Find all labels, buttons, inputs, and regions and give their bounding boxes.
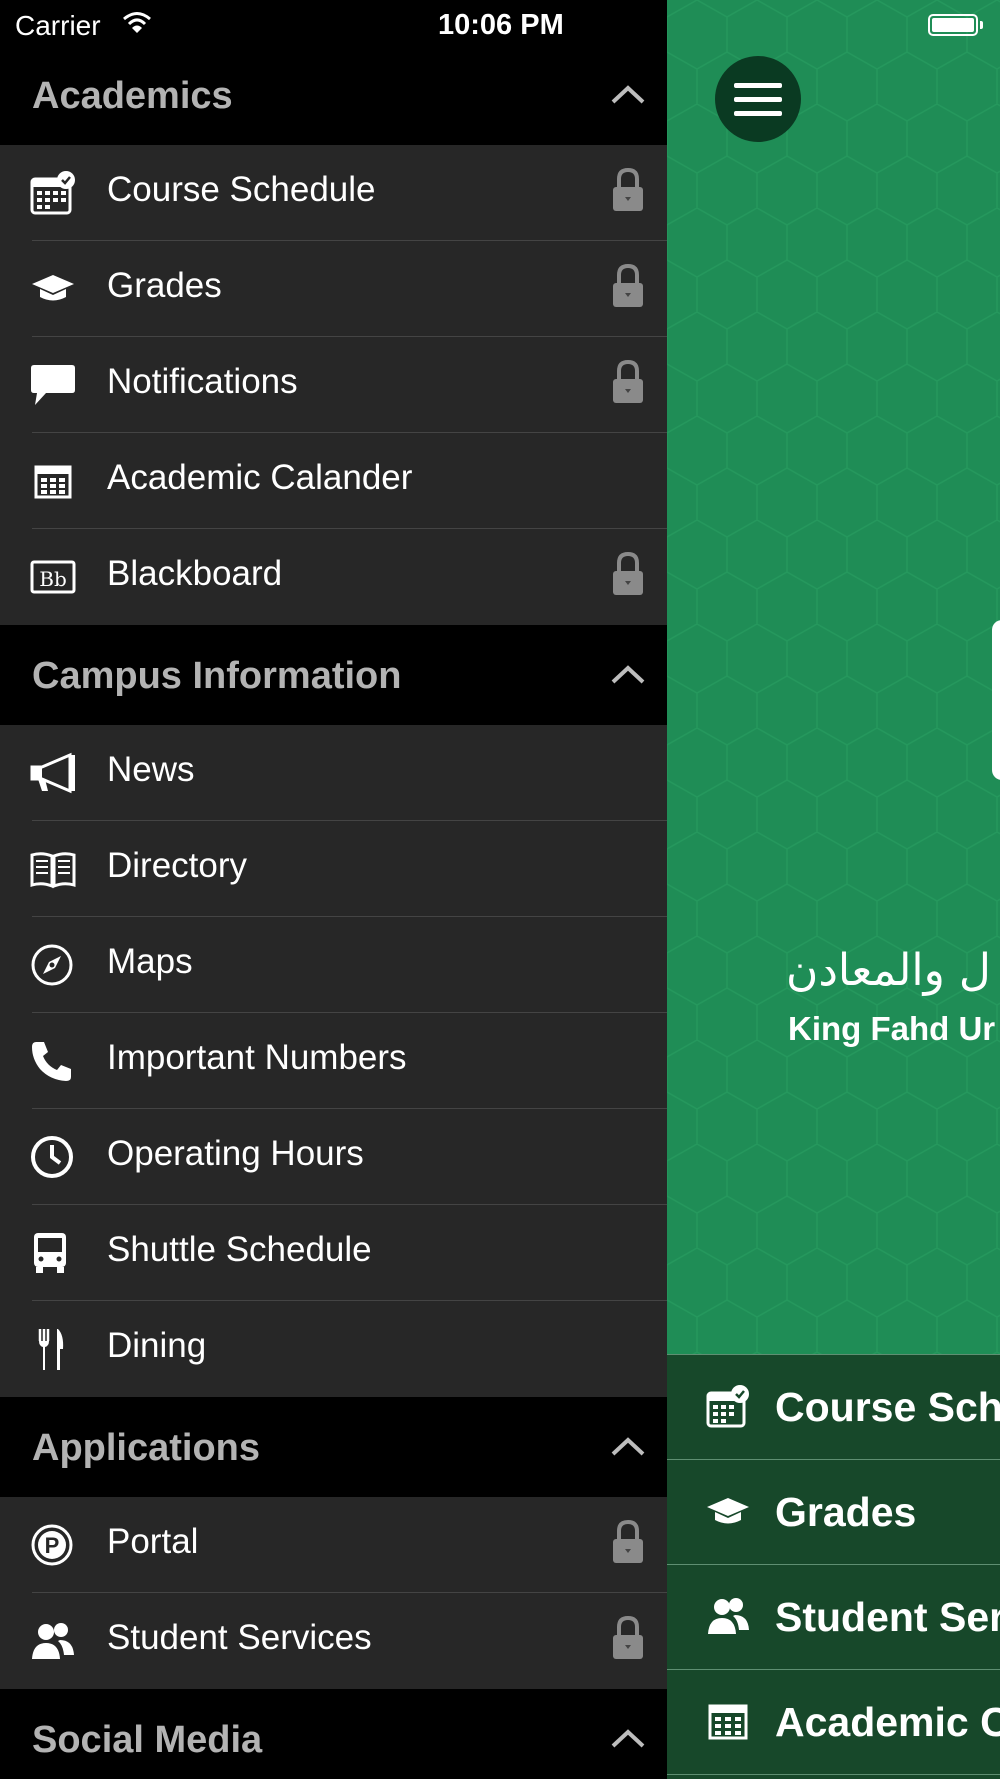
logo-arabic-text: ل والمعادن — [786, 945, 991, 996]
menu-item-label: Important Numbers — [107, 1038, 407, 1077]
calendar-check-icon — [706, 1385, 749, 1428]
quick-link-label: Academic Ca — [775, 1698, 1000, 1745]
section-header-social-media[interactable]: Social Media — [0, 1692, 667, 1778]
menu-item-label: Course Schedule — [107, 170, 376, 209]
menu-item-important-numbers[interactable]: Important Numbers — [0, 1013, 667, 1109]
battery-tip — [980, 21, 983, 29]
quick-link-label: Course Sche — [775, 1383, 1000, 1430]
lock-icon — [613, 551, 643, 595]
section-title: Campus Information — [32, 654, 402, 697]
calendar-check-icon — [30, 171, 75, 215]
section-title: Academics — [32, 74, 233, 117]
menu-item-label: Directory — [107, 846, 248, 885]
menu-item-label: Shuttle Schedule — [107, 1230, 372, 1269]
menu-item-operating-hours[interactable]: Operating Hours — [0, 1109, 667, 1205]
status-time: 10:06 PM — [438, 9, 564, 41]
quick-link-student-services[interactable]: Student Serv — [667, 1565, 1000, 1670]
hexagon-pattern-background — [667, 0, 1000, 1354]
menu-item-label: Grades — [107, 266, 222, 305]
status-bar: Carrier 10:06 PM — [0, 0, 667, 48]
menu-item-label: News — [107, 750, 195, 789]
carrier-label: Carrier — [15, 10, 101, 41]
lock-icon — [613, 1519, 643, 1563]
svg-text:P: P — [45, 1533, 60, 1558]
chevron-up-icon — [611, 665, 645, 684]
quick-link-label: Grades — [775, 1488, 917, 1535]
menu-item-dining[interactable]: Dining — [0, 1301, 667, 1397]
quick-link-course-schedule[interactable]: Course Sche — [667, 1355, 1000, 1460]
menu-item-portal[interactable]: P Portal — [0, 1497, 667, 1593]
quick-link-label: Student Serv — [775, 1593, 1000, 1640]
menu-item-blackboard[interactable]: Bb Blackboard — [0, 529, 667, 625]
graduation-cap-icon — [32, 275, 74, 301]
fork-knife-icon — [38, 1329, 64, 1370]
blackboard-logo-icon: Bb — [30, 560, 76, 594]
menu-item-label: Dining — [107, 1326, 207, 1365]
chevron-up-icon — [611, 85, 645, 104]
users-icon — [708, 1598, 749, 1634]
portal-p-icon: P — [31, 1524, 73, 1566]
bus-icon — [34, 1233, 66, 1273]
section-header-applications[interactable]: Applications — [0, 1400, 667, 1496]
clock-icon — [31, 1136, 73, 1178]
menu-item-label: Academic Calander — [107, 458, 413, 497]
menu-item-academic-calendar[interactable]: Academic Calander — [0, 433, 667, 529]
menu-item-student-services[interactable]: Student Services — [0, 1593, 667, 1689]
battery-icon — [928, 14, 978, 36]
megaphone-icon — [30, 752, 75, 794]
chevron-up-icon — [611, 1729, 645, 1748]
lock-icon — [613, 359, 643, 403]
menu-item-label: Operating Hours — [107, 1134, 364, 1173]
menu-item-course-schedule[interactable]: Course Schedule — [0, 145, 667, 241]
quick-link-academic-calendar[interactable]: Academic Ca — [667, 1670, 1000, 1775]
quick-link-grades[interactable]: Grades — [667, 1460, 1000, 1565]
section-title: Applications — [32, 1426, 261, 1469]
lock-icon — [613, 1615, 643, 1659]
svg-text:Bb: Bb — [39, 567, 67, 591]
speech-bubble-icon — [31, 365, 75, 405]
menu-item-directory[interactable]: Directory — [0, 821, 667, 917]
lock-icon — [613, 167, 643, 211]
open-book-icon — [30, 852, 76, 889]
menu-item-shuttle-schedule[interactable]: Shuttle Schedule — [0, 1205, 667, 1301]
menu-item-maps[interactable]: Maps — [0, 917, 667, 1013]
menu-item-news[interactable]: News — [0, 725, 667, 821]
menu-item-label: Blackboard — [107, 554, 283, 593]
users-icon — [32, 1623, 74, 1659]
hamburger-menu-button[interactable] — [715, 56, 801, 142]
calendar-grid-icon — [708, 1704, 748, 1740]
menu-item-label: Maps — [107, 942, 193, 981]
menu-item-label: Portal — [107, 1522, 199, 1561]
lock-icon — [613, 263, 643, 307]
section-header-academics[interactable]: Academics — [0, 48, 667, 144]
menu-item-grades[interactable]: Grades — [0, 241, 667, 337]
menu-item-notifications[interactable]: Notifications — [0, 337, 667, 433]
menu-item-label: Student Services — [107, 1618, 372, 1657]
section-header-campus-information[interactable]: Campus Information — [0, 628, 667, 724]
calendar-grid-icon — [34, 465, 72, 499]
wifi-icon — [123, 12, 151, 33]
section-title: Social Media — [32, 1718, 263, 1761]
menu-item-label: Notifications — [107, 362, 298, 401]
phone-icon — [32, 1042, 71, 1081]
quick-links: Course Sche Grades Student Serv Academic… — [667, 1354, 1000, 1779]
compass-icon — [31, 944, 73, 986]
graduation-cap-icon — [707, 1498, 749, 1524]
chevron-up-icon — [611, 1437, 645, 1456]
side-menu-drawer: Carrier 10:06 PM Academics Course Schedu… — [0, 0, 667, 1778]
logo-card-edge — [992, 620, 1000, 780]
logo-english-text: King Fahd Ur — [788, 1010, 996, 1047]
